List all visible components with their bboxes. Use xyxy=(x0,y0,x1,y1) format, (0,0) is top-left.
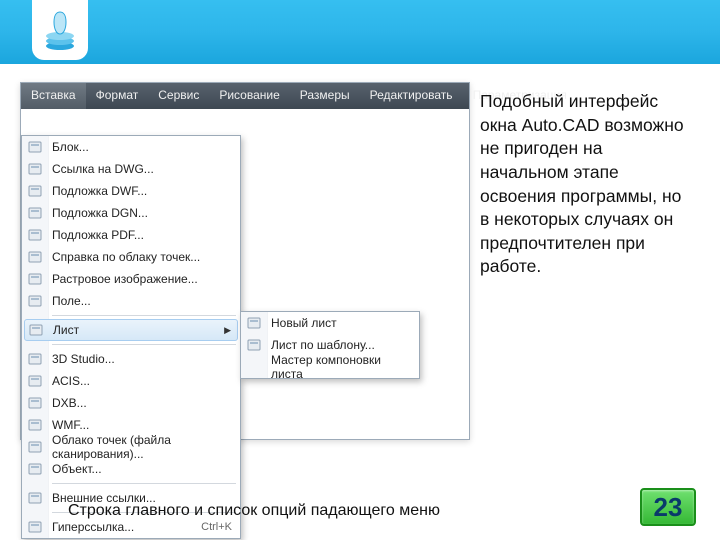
menu-item[interactable]: Ссылка на DWG... xyxy=(22,158,240,180)
pcloud2-icon xyxy=(26,439,44,455)
menu-item[interactable]: Справка по облаку точек... xyxy=(22,246,240,268)
slide-header-band xyxy=(0,0,720,64)
page-number-badge: 23 xyxy=(640,488,696,526)
menu-item[interactable]: Лист▶ xyxy=(24,319,238,341)
menu-item[interactable]: Сервис xyxy=(148,83,209,109)
menu-item-label: Гиперссылка... xyxy=(52,520,201,534)
menu-item-label: Подложка PDF... xyxy=(52,228,232,242)
menu-item-label: Поле... xyxy=(52,294,232,308)
menu-item[interactable]: Вставка xyxy=(21,83,86,109)
menu-item-label: Новый лист xyxy=(271,316,411,330)
sheet-submenu: Новый лист Лист по шаблону...Мастер компо… xyxy=(240,311,420,379)
menu-item-label: Объект... xyxy=(52,462,232,476)
menu-item[interactable]: Мастер компоновки листа xyxy=(241,356,419,378)
field-icon xyxy=(26,293,44,309)
divider-band xyxy=(0,64,720,82)
menu-item-label: Подложка DGN... xyxy=(52,206,232,220)
menu-separator xyxy=(52,344,236,345)
menu-separator xyxy=(52,315,236,316)
pcloud-icon xyxy=(26,249,44,265)
explanatory-text: Подобный интерфейс окна Auto.CAD возможн… xyxy=(480,90,685,279)
insert-menu-dropdown: Блок... Ссылка на DWG... Подложка DWF... По… xyxy=(21,135,241,539)
menu-item[interactable]: DXB... xyxy=(22,392,240,414)
dwg-icon xyxy=(26,161,44,177)
menu-item-label: Облако точек (файла сканирования)... xyxy=(52,433,232,461)
newsheet-icon xyxy=(245,315,263,331)
menu-item[interactable]: Облако точек (файла сканирования)... xyxy=(22,436,240,458)
menu-item-label: Мастер компоновки листа xyxy=(271,353,411,381)
menu-item-label: Лист по шаблону... xyxy=(271,338,411,352)
ole-icon xyxy=(26,461,44,477)
menu-item[interactable]: 3D Studio... xyxy=(22,348,240,370)
menu-item-label: Справка по облаку точек... xyxy=(52,250,232,264)
menu-item[interactable]: Размеры xyxy=(290,83,360,109)
slide-caption: Строка главного и список опций падающего… xyxy=(68,502,440,520)
menu-shortcut: Ctrl+K xyxy=(201,521,232,533)
menu-item-label: Ссылка на DWG... xyxy=(52,162,232,176)
menu-item[interactable]: Объект... xyxy=(22,458,240,480)
menu-separator xyxy=(52,483,236,484)
xref-icon xyxy=(26,490,44,506)
menu-item[interactable]: Подложка DGN... xyxy=(22,202,240,224)
menu-item-label: ACIS... xyxy=(52,374,232,388)
menu-item-label: DXB... xyxy=(52,396,232,410)
dxb-icon xyxy=(26,395,44,411)
3ds-icon xyxy=(26,351,44,367)
sheet-icon xyxy=(27,322,45,338)
menubar: ВставкаФорматСервисРисованиеРазмерыРедак… xyxy=(21,83,469,109)
raster-icon xyxy=(26,271,44,287)
blank-icon xyxy=(245,359,263,375)
logo-badge xyxy=(32,0,88,60)
menu-item[interactable]: Новый лист xyxy=(241,312,419,334)
block-icon xyxy=(26,139,44,155)
submenu-arrow-icon: ▶ xyxy=(224,325,231,336)
wmf-icon xyxy=(26,417,44,433)
book-stack-icon xyxy=(42,8,78,52)
menu-item[interactable]: Блок... xyxy=(22,136,240,158)
menu-item[interactable]: Рисование xyxy=(209,83,289,109)
menu-item-label: Подложка DWF... xyxy=(52,184,232,198)
acis-icon xyxy=(26,373,44,389)
menu-item[interactable]: Редактировать xyxy=(360,83,463,109)
menu-item-label: Растровое изображение... xyxy=(52,272,232,286)
autocad-window: ВставкаФорматСервисРисованиеРазмерыРедак… xyxy=(20,82,470,440)
menu-item[interactable]: ACIS... xyxy=(22,370,240,392)
menu-item-label: 3D Studio... xyxy=(52,352,232,366)
menu-item[interactable]: Формат xyxy=(86,83,149,109)
menu-item-label: Лист xyxy=(53,323,224,337)
menu-item[interactable]: Растровое изображение... xyxy=(22,268,240,290)
link-icon xyxy=(26,519,44,535)
menu-item[interactable]: Подложка DWF... xyxy=(22,180,240,202)
pdf-icon xyxy=(26,227,44,243)
dwf-icon xyxy=(26,183,44,199)
menu-item-label: WMF... xyxy=(52,418,232,432)
tplsheet-icon xyxy=(245,337,263,353)
menu-item[interactable]: Подложка PDF... xyxy=(22,224,240,246)
menu-item[interactable]: Поле... xyxy=(22,290,240,312)
menu-item-label: Блок... xyxy=(52,140,232,154)
dgn-icon xyxy=(26,205,44,221)
